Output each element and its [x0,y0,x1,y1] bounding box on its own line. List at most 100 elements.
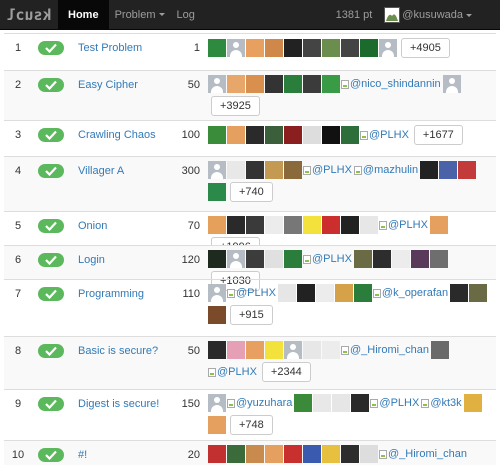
solver-avatar-broken[interactable]: @mazhulin [353,161,418,179]
solver-avatar-broken[interactable]: @_Hiromi_chan [341,341,429,359]
problem-link[interactable]: Login [78,254,105,266]
solver-avatar[interactable] [351,394,370,412]
solver-avatar[interactable] [322,216,340,234]
solver-avatar[interactable] [246,75,264,93]
solver-avatar[interactable] [284,39,302,57]
solver-avatar[interactable] [265,250,283,268]
solver-avatar[interactable] [265,126,283,144]
solver-avatar[interactable] [296,284,315,302]
solver-avatar-broken[interactable]: @PLHX [227,284,276,302]
solver-avatar[interactable] [322,341,340,359]
solver-avatar[interactable] [322,75,340,93]
solver-avatar[interactable] [353,250,372,268]
solver-avatar[interactable] [284,161,302,179]
more-solvers-button[interactable]: +748 [230,415,273,435]
solver-avatar-broken[interactable]: @nico_shindannin [341,75,441,93]
solver-avatar[interactable] [420,161,439,179]
solver-avatar-broken[interactable]: @PLHX [379,216,428,234]
solver-avatar[interactable] [303,445,321,463]
solver-avatar[interactable] [265,341,283,359]
solver-avatar[interactable] [246,341,264,359]
solver-avatar[interactable] [360,216,378,234]
solver-avatar[interactable] [341,445,359,463]
solver-avatar[interactable] [208,341,226,359]
solver-avatar[interactable] [284,250,302,268]
default-avatar-icon[interactable] [379,39,397,57]
solver-avatar-broken[interactable]: @PLHX [360,126,409,144]
solver-avatar[interactable] [246,216,264,234]
solver-avatar[interactable] [227,161,245,179]
more-solvers-button[interactable]: +4905 [401,38,450,58]
solver-avatar[interactable] [303,341,321,359]
solver-avatar[interactable] [391,250,410,268]
solver-avatar[interactable] [284,445,302,463]
solver-avatar[interactable] [227,75,245,93]
solver-avatar[interactable] [303,126,321,144]
solver-avatar[interactable] [208,126,226,144]
solver-avatar[interactable] [208,39,226,57]
solver-avatar[interactable] [341,39,359,57]
solver-avatar-broken[interactable]: @_Hiromi_chan [379,445,467,463]
solver-avatar[interactable] [429,250,448,268]
problem-link[interactable]: Onion [78,220,107,232]
solver-avatar[interactable] [429,216,448,234]
solver-avatar[interactable] [208,250,226,268]
nav-log[interactable]: Log [171,0,201,30]
solver-avatar[interactable] [246,250,264,268]
solver-avatar-broken[interactable]: @PLHX [303,161,352,179]
solver-avatar[interactable] [322,39,340,57]
solver-avatar[interactable] [360,39,378,57]
solver-avatar-broken[interactable]: @kt3k [421,394,462,412]
default-avatar-icon[interactable] [208,161,226,179]
more-solvers-button[interactable]: +915 [230,305,273,325]
problem-link[interactable]: Digest is secure! [78,398,159,410]
problem-link[interactable]: Basic is secure? [78,345,158,357]
solver-avatar[interactable] [332,394,351,412]
solver-avatar[interactable] [450,284,469,302]
solver-avatar[interactable] [284,75,302,93]
solver-avatar-broken[interactable]: @k_operafan [372,284,448,302]
problem-link[interactable]: Programming [78,288,144,300]
default-avatar-icon[interactable] [284,341,302,359]
solver-avatar[interactable] [341,216,359,234]
solver-avatar[interactable] [294,394,313,412]
solver-avatar[interactable] [265,161,283,179]
solver-avatar[interactable] [227,341,245,359]
solver-avatar[interactable] [208,445,226,463]
solver-avatar[interactable] [265,39,283,57]
solver-avatar[interactable] [208,183,226,201]
solver-avatar[interactable] [313,394,332,412]
nav-problem-dropdown[interactable]: Problem [109,0,171,30]
solver-avatar[interactable] [208,216,226,234]
solver-avatar-broken[interactable]: @PLHX [208,363,257,381]
solver-avatar[interactable] [277,284,296,302]
solver-avatar[interactable] [284,126,302,144]
solver-avatar[interactable] [227,126,245,144]
solver-avatar[interactable] [246,445,264,463]
solver-avatar[interactable] [458,161,477,179]
solver-avatar[interactable] [208,416,226,434]
more-solvers-button[interactable]: +2344 [261,362,311,382]
more-solvers-button[interactable]: +1677 [413,125,463,145]
solver-avatar[interactable] [246,39,264,57]
problem-link[interactable]: Easy Cipher [78,79,138,91]
solver-avatar[interactable] [469,284,488,302]
solver-avatar[interactable] [303,75,321,93]
solver-avatar[interactable] [265,216,283,234]
default-avatar-icon[interactable] [227,39,245,57]
user-menu-dropdown[interactable]: @kusuwada [384,7,472,23]
solver-avatar[interactable] [410,250,429,268]
solver-avatar[interactable] [315,284,334,302]
solver-avatar[interactable] [360,445,378,463]
problem-link[interactable]: Test Problem [78,42,142,54]
solver-avatar[interactable] [303,39,321,57]
default-avatar-icon[interactable] [442,75,461,93]
more-solvers-button[interactable]: +3925 [211,96,260,116]
solver-avatar[interactable] [265,445,283,463]
nav-home[interactable]: Home [58,0,109,30]
solver-avatar[interactable] [303,216,321,234]
solver-avatar[interactable] [284,216,302,234]
solver-avatar-broken[interactable]: @PLHX [370,394,419,412]
solver-avatar[interactable] [265,75,283,93]
solver-avatar[interactable] [463,394,482,412]
